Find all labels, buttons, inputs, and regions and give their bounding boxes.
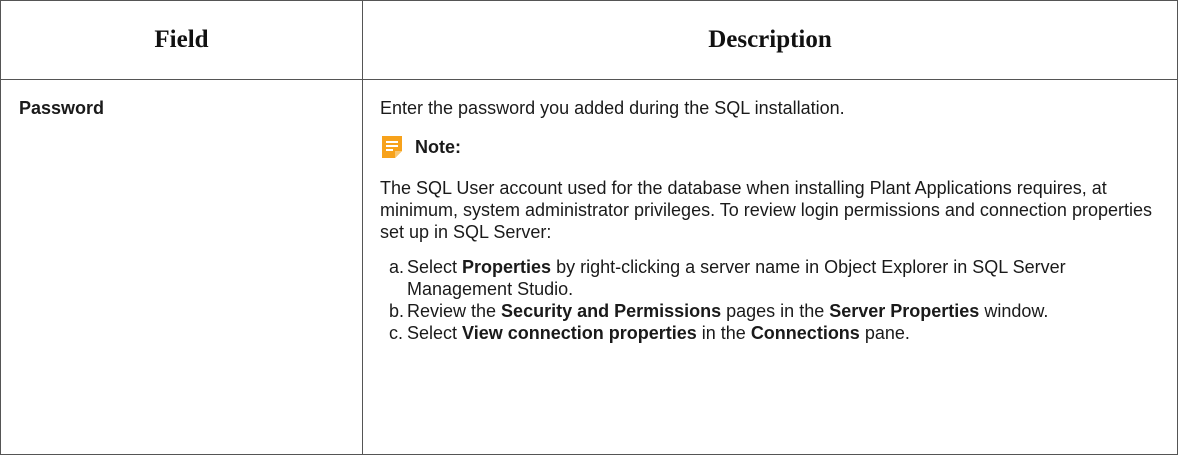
steps-list: a. Select Properties by right-clicking a … [380,256,1161,344]
table-header-row: Field Description [0,0,1178,80]
step-emphasis: Security and Permissions [501,301,722,321]
description-text: Enter the password you added during the … [380,98,845,118]
header-field: Field [0,0,363,80]
step-marker: c. [389,323,404,343]
step-emphasis: View connection properties [462,323,697,343]
note-icon [382,136,402,158]
step-text: Review the [407,301,502,321]
note-header: Note: [380,135,1161,159]
step-marker: a. [389,257,405,277]
table-row: Password Enter the password you added du… [0,79,1178,455]
note-body: The SQL User account used for the databa… [380,178,1152,242]
step-item: b. Review the Security and Permissions pa… [380,300,1161,322]
header-description: Description [362,0,1178,80]
step-text: Select [407,257,463,277]
note-title: Note: [415,137,461,157]
description-cell: Enter the password you added during the … [362,79,1178,455]
step-item: c. Select View connection properties in t… [380,322,1161,344]
step-emphasis: Server Properties [829,301,980,321]
step-item: a. Select Properties by right-clicking a … [380,256,1161,300]
field-cell: Password [0,79,363,455]
step-emphasis: Properties [462,257,552,277]
step-marker: b. [389,301,405,321]
step-emphasis: Connections [750,323,860,343]
step-text: Select [407,323,463,343]
step-text: pages in the [721,301,830,321]
field-description-table: Field Description Password Enter the pas… [0,0,1178,455]
step-text: pane. [859,323,910,343]
step-text: window. [979,301,1049,321]
step-text: in the [696,323,751,343]
